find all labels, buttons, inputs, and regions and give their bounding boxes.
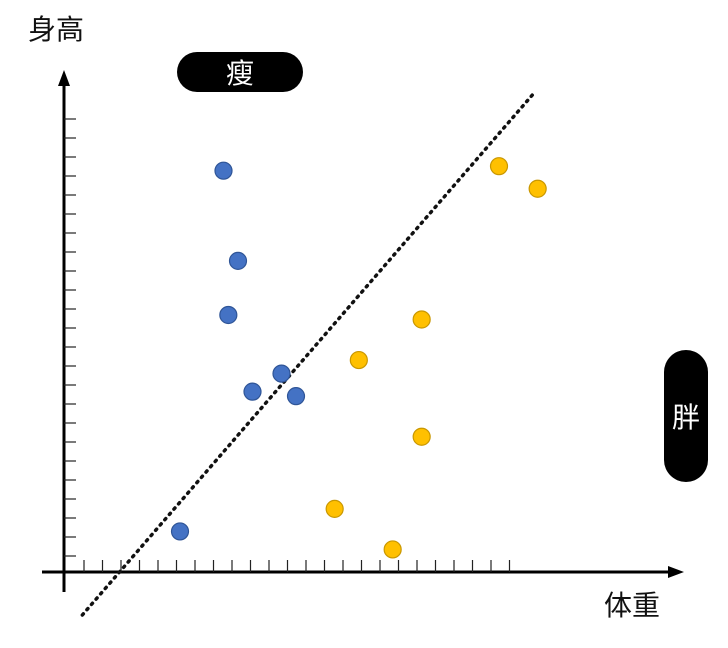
- thin-region-label: 瘦: [177, 52, 303, 92]
- thin-data-point: [219, 305, 238, 325]
- thin-data-point: [243, 382, 262, 401]
- x-axis-label: 体重: [604, 589, 661, 622]
- thin-data-point: [228, 251, 248, 270]
- decision-boundary-line: [80, 91, 536, 617]
- plot-area: [42, 70, 684, 617]
- thin-data-point: [214, 161, 233, 180]
- fat-data-point: [412, 310, 431, 329]
- thin-data-point: [170, 522, 190, 541]
- thin-data-point: [286, 387, 306, 406]
- y-axis-label: 身高: [28, 13, 85, 46]
- fat-data-point: [383, 540, 402, 559]
- fat-data-point: [412, 427, 431, 446]
- fat-data-point: [349, 350, 368, 370]
- fat-data-point: [489, 157, 509, 176]
- fat-data-point: [325, 499, 344, 518]
- thin-data-point: [272, 364, 291, 383]
- fat-data-point: [528, 179, 547, 198]
- scatter-chart: [0, 0, 728, 644]
- fat-region-label: 胖: [664, 350, 708, 482]
